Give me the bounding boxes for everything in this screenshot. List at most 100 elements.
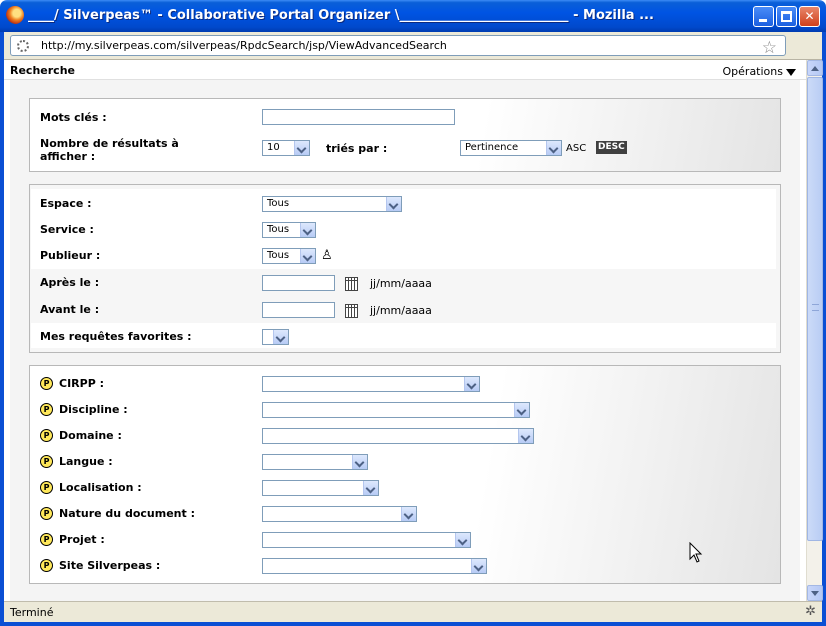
maximize-icon — [781, 11, 792, 22]
desc-link[interactable]: DESC — [596, 141, 627, 154]
firefox-icon — [6, 6, 24, 24]
minimize-button[interactable] — [753, 6, 774, 27]
pdc-axis-icon: P — [40, 403, 53, 416]
title-bar: ____/ Silverpeas™ - Collaborative Portal… — [0, 0, 826, 32]
space-select[interactable]: Tous — [262, 196, 402, 212]
page-content: Recherche Opérations Mots clés : Nombre … — [4, 60, 806, 601]
chevron-down-icon — [401, 507, 416, 521]
after-date-input[interactable] — [262, 275, 335, 291]
calendar-icon[interactable] — [345, 304, 358, 318]
minimize-icon — [759, 19, 767, 22]
after-date-label: Après le : — [40, 276, 100, 289]
service-select[interactable]: Tous — [262, 222, 316, 238]
scroll-up-button[interactable] — [807, 60, 823, 76]
keywords-label: Mots clés : — [40, 111, 107, 124]
operations-menu[interactable]: Opérations — [723, 65, 796, 78]
results-count-select[interactable]: 10 — [262, 140, 310, 156]
publisher-value: Tous — [267, 250, 290, 261]
chevron-down-icon — [471, 559, 486, 573]
chevron-down-icon — [514, 403, 529, 417]
pdc-axis-select[interactable] — [262, 480, 379, 496]
calendar-icon[interactable] — [345, 277, 358, 291]
star-icon[interactable]: ☆ — [762, 38, 777, 58]
status-text: Terminé — [10, 606, 54, 619]
mouse-cursor-icon — [689, 542, 703, 563]
pdc-axis-select[interactable] — [262, 402, 530, 418]
results-count-label: Nombre de résultats à afficher : — [40, 137, 179, 163]
keywords-panel: Mots clés : Nombre de résultats à affiche… — [29, 98, 781, 172]
results-label-line2: afficher : — [40, 150, 96, 163]
url-field[interactable]: http://my.silverpeas.com/silverpeas/Rpdc… — [10, 35, 786, 58]
sort-select[interactable]: Pertinence — [460, 140, 562, 156]
window-title: ____/ Silverpeas™ - Collaborative Portal… — [28, 8, 654, 23]
favorites-select[interactable] — [262, 329, 289, 345]
chevron-down-icon — [300, 223, 315, 237]
close-button[interactable]: ✕ — [799, 6, 820, 27]
service-value: Tous — [267, 224, 290, 235]
pdc-axis-icon: P — [40, 507, 53, 520]
chevron-down-icon — [273, 330, 288, 344]
chevron-down-icon — [464, 377, 479, 391]
pdc-axis-select[interactable] — [262, 558, 487, 574]
chevron-down-icon — [300, 249, 315, 263]
results-label-line1: Nombre de résultats à — [40, 137, 179, 150]
address-bar: http://my.silverpeas.com/silverpeas/Rpdc… — [4, 32, 822, 60]
maximize-button[interactable] — [776, 6, 797, 27]
pdc-axis-select[interactable] — [262, 532, 471, 548]
grip-icon — [812, 304, 819, 311]
url-text: http://my.silverpeas.com/silverpeas/Rpdc… — [41, 39, 447, 52]
before-date-input[interactable] — [262, 302, 335, 318]
pdc-axis-label: Nature du document : — [59, 507, 195, 520]
chevron-down-icon — [518, 429, 533, 443]
vertical-scrollbar[interactable] — [806, 60, 823, 601]
filters-panel: Espace : Tous Service : Tous Publieur : … — [29, 184, 781, 353]
page-title: Recherche — [10, 64, 75, 77]
page-header: Recherche Opérations — [4, 60, 806, 80]
keywords-input[interactable] — [262, 109, 455, 125]
space-value: Tous — [267, 198, 290, 209]
after-date-format: jj/mm/aaaa — [370, 277, 432, 290]
chevron-down-icon — [546, 141, 561, 155]
pdc-axis-select[interactable] — [262, 376, 480, 392]
user-picker-icon[interactable]: ♙ — [321, 249, 333, 263]
pdc-axis-select[interactable] — [262, 454, 368, 470]
chevron-down-icon — [386, 197, 401, 211]
scroll-thumb[interactable] — [807, 77, 823, 541]
pdc-axis-label: Localisation : — [59, 481, 142, 494]
status-bar: Terminé ✲ — [4, 601, 822, 622]
pdc-axis-label: Site Silverpeas : — [59, 559, 161, 572]
pdc-axis-icon: P — [40, 559, 53, 572]
pdc-axis-label: CIRPP : — [59, 377, 104, 390]
triangle-down-icon — [786, 69, 796, 76]
scroll-down-button[interactable] — [807, 585, 823, 601]
pdc-axis-icon: P — [40, 481, 53, 494]
before-date-format: jj/mm/aaaa — [370, 304, 432, 317]
chevron-down-icon — [352, 455, 367, 469]
pdc-panel: P CIRPP : P Discipline : P Domaine : P Langue :… — [29, 365, 781, 584]
pdc-axis-label: Domaine : — [59, 429, 122, 442]
chevron-down-icon — [363, 481, 378, 495]
pdc-axis-select[interactable] — [262, 428, 534, 444]
pdc-axis-icon: P — [40, 377, 53, 390]
pdc-axis-icon: P — [40, 429, 53, 442]
chevron-down-icon — [294, 141, 309, 155]
sort-value: Pertinence — [465, 142, 519, 153]
publisher-select[interactable]: Tous — [262, 248, 316, 264]
pdc-axis-select[interactable] — [262, 506, 417, 522]
loading-throbber-icon — [17, 40, 29, 52]
bug-icon[interactable]: ✲ — [805, 604, 816, 619]
close-icon: ✕ — [804, 9, 815, 23]
pdc-axis-icon: P — [40, 455, 53, 468]
space-label: Espace : — [40, 197, 92, 210]
pdc-axis-label: Discipline : — [59, 403, 128, 416]
before-date-label: Avant le : — [40, 303, 100, 316]
asc-link[interactable]: ASC — [566, 142, 586, 155]
pdc-axis-icon: P — [40, 533, 53, 546]
operations-label: Opérations — [722, 65, 783, 78]
sort-label: triés par : — [326, 142, 388, 155]
favorites-label: Mes requêtes favorites : — [40, 330, 192, 343]
publisher-label: Publieur : — [40, 249, 101, 262]
filters-panel-bg — [31, 189, 776, 269]
results-count-value: 10 — [267, 142, 280, 153]
pdc-axis-label: Projet : — [59, 533, 105, 546]
